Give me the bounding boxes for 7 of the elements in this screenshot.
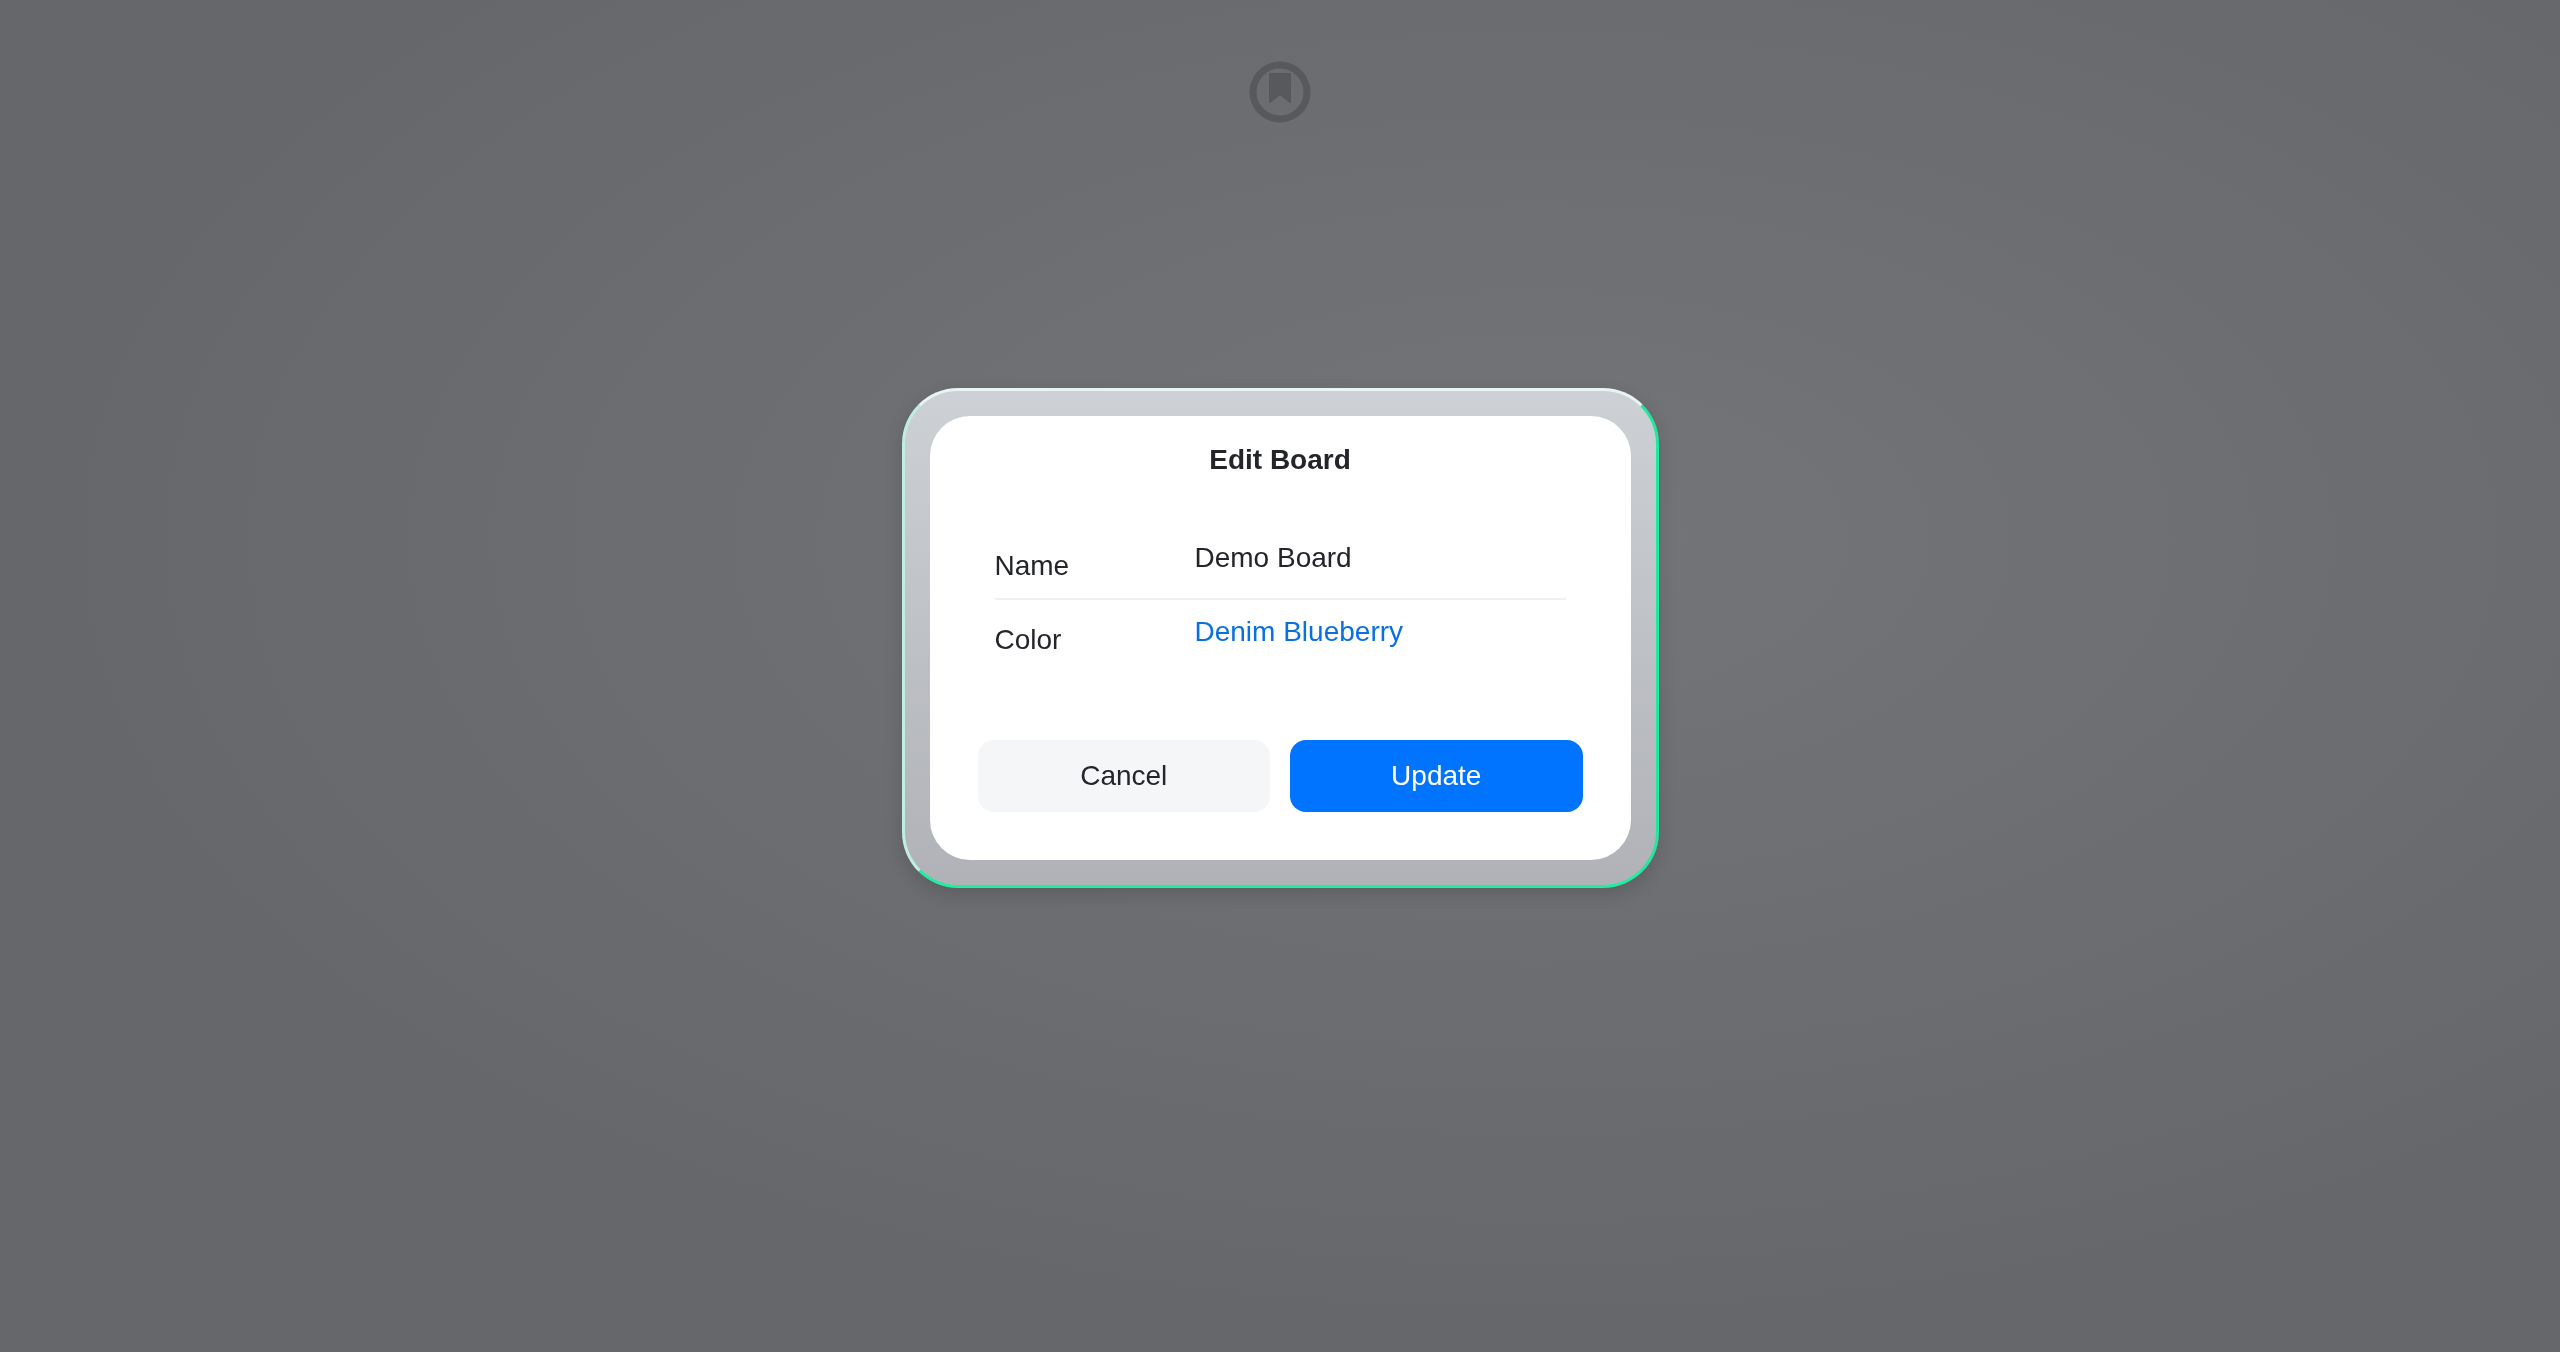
field-value: Demo Board	[1194, 542, 1353, 574]
cancel-button[interactable]: Cancel	[977, 740, 1270, 812]
update-button[interactable]: Update	[1290, 740, 1583, 812]
field-label: Name	[994, 549, 1071, 582]
dialog-title: Edit Board	[1208, 444, 1352, 476]
field-label: Color	[994, 623, 1063, 656]
color-link[interactable]: Denim Blueberry	[1194, 616, 1566, 648]
